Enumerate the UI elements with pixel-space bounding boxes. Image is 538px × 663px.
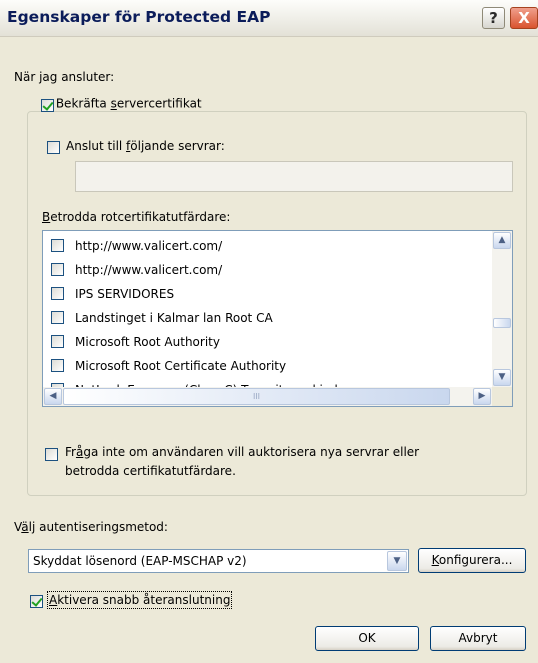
no-prompt-label-pre: Fr bbox=[65, 445, 76, 459]
when-connecting-label: När jag ansluter: bbox=[14, 70, 115, 84]
connect-servers-label-post: öljande servrar: bbox=[130, 139, 225, 153]
fast-reconnect-label[interactable]: Aktivera snabb återanslutning bbox=[47, 591, 233, 609]
list-item[interactable]: Microsoft Root Certificate Authority bbox=[43, 354, 483, 378]
chevron-right-icon: ▶ bbox=[478, 391, 486, 401]
list-item-checkbox[interactable] bbox=[51, 263, 64, 276]
server-names-field bbox=[75, 161, 513, 192]
no-prompt-checkbox[interactable] bbox=[45, 448, 58, 461]
auth-method-label-key: ä bbox=[21, 520, 29, 534]
configure-label-key: K bbox=[431, 553, 439, 567]
no-prompt-label-post: ga inte om användaren vill auktorisera n… bbox=[83, 445, 420, 459]
list-item-label: Microsoft Root Authority bbox=[75, 335, 220, 349]
close-icon: X bbox=[518, 9, 530, 27]
chevron-down-icon: ▼ bbox=[498, 372, 506, 382]
trusted-ca-label-key: B bbox=[42, 210, 51, 224]
configure-label-rest: onfigurera... bbox=[438, 553, 513, 567]
ok-button[interactable]: OK bbox=[315, 626, 419, 651]
chevron-down-icon: ▼ bbox=[393, 556, 401, 566]
list-item[interactable]: Landstinget i Kalmar lan Root CA bbox=[43, 306, 483, 330]
scroll-left-button[interactable]: ◀ bbox=[44, 388, 62, 405]
title-bar[interactable]: Egenskaper för Protected EAP ? X bbox=[0, 0, 538, 37]
list-item[interactable]: Microsoft Root Authority bbox=[43, 330, 483, 354]
chevron-up-icon: ▲ bbox=[498, 235, 506, 245]
list-item-checkbox[interactable] bbox=[51, 239, 64, 252]
auth-method-value: Skyddat lösenord (EAP-MSCHAP v2) bbox=[33, 554, 247, 568]
list-item-label: http://www.valicert.com/ bbox=[75, 239, 223, 253]
list-item[interactable]: http://www.valicert.com/ bbox=[43, 234, 483, 258]
list-item-label: http://www.valicert.com/ bbox=[75, 263, 223, 277]
verify-cert-checkbox[interactable] bbox=[41, 99, 54, 112]
no-prompt-label-line1[interactable]: Fråga inte om användaren vill auktoriser… bbox=[65, 445, 419, 459]
list-item-checkbox[interactable] bbox=[51, 359, 64, 372]
connect-servers-label[interactable]: Anslut till följande servrar: bbox=[66, 139, 225, 153]
no-prompt-label-line2: betrodda certifikatutfärdare. bbox=[65, 464, 236, 478]
fast-reconnect-checkbox[interactable] bbox=[30, 595, 43, 608]
help-button[interactable]: ? bbox=[482, 7, 505, 29]
fast-reconnect-label-rest: ktivera snabb återanslutning bbox=[57, 593, 231, 607]
fast-reconnect-label-key: A bbox=[49, 593, 58, 607]
configure-button[interactable]: Konfigurera... bbox=[418, 548, 526, 573]
list-item-checkbox[interactable] bbox=[51, 311, 64, 324]
auth-method-label-post: lj autentiseringsmetod: bbox=[28, 520, 168, 534]
verify-cert-label-pre: Bekräfta bbox=[55, 96, 111, 111]
cancel-button[interactable]: Avbryt bbox=[430, 626, 526, 651]
verify-cert-label-post: ervercertifikat bbox=[116, 96, 202, 111]
horizontal-scroll-thumb[interactable]: III bbox=[63, 388, 450, 405]
verify-cert-row[interactable]: Bekräfta servercertifikat bbox=[37, 96, 204, 112]
scroll-right-button[interactable]: ▶ bbox=[473, 388, 491, 405]
auth-method-label: Välj autentiseringsmetod: bbox=[14, 520, 168, 534]
trusted-ca-list[interactable]: http://www.valicert.com/ http://www.vali… bbox=[42, 230, 513, 407]
dialog-window: Egenskaper för Protected EAP ? X När jag… bbox=[0, 0, 538, 663]
list-item-label: Microsoft Root Certificate Authority bbox=[75, 359, 287, 373]
list-item-label: IPS SERVIDORES bbox=[75, 287, 175, 301]
list-item-checkbox[interactable] bbox=[51, 287, 64, 300]
window-title: Egenskaper för Protected EAP bbox=[7, 8, 271, 26]
vertical-scroll-thumb[interactable] bbox=[493, 318, 511, 328]
scroll-up-button[interactable]: ▲ bbox=[493, 232, 511, 249]
dropdown-button[interactable]: ▼ bbox=[387, 551, 407, 571]
close-button[interactable]: X bbox=[510, 7, 538, 29]
horizontal-scrollbar[interactable]: ◀ III ▶ bbox=[43, 387, 492, 406]
connect-servers-checkbox[interactable] bbox=[47, 141, 60, 154]
scroll-down-button[interactable]: ▼ bbox=[493, 369, 511, 386]
list-item[interactable]: http://www.valicert.com/ bbox=[43, 258, 483, 282]
grip-icon: III bbox=[252, 392, 261, 401]
auth-method-select[interactable]: Skyddat lösenord (EAP-MSCHAP v2) ▼ bbox=[28, 549, 409, 573]
trusted-ca-label: Betrodda rotcertifikatutfärdare: bbox=[42, 210, 230, 224]
list-item-checkbox[interactable] bbox=[51, 335, 64, 348]
list-item[interactable]: IPS SERVIDORES bbox=[43, 282, 483, 306]
trusted-ca-label-rest: etrodda rotcertifikatutfärdare: bbox=[50, 210, 231, 224]
list-item-label: Landstinget i Kalmar lan Root CA bbox=[75, 311, 273, 325]
connect-servers-label-pre: Anslut till bbox=[66, 139, 127, 153]
help-icon: ? bbox=[489, 9, 498, 27]
chevron-left-icon: ◀ bbox=[49, 391, 57, 401]
scrollbar-corner bbox=[492, 387, 512, 406]
vertical-scrollbar[interactable]: ▲ ▼ bbox=[492, 231, 512, 388]
